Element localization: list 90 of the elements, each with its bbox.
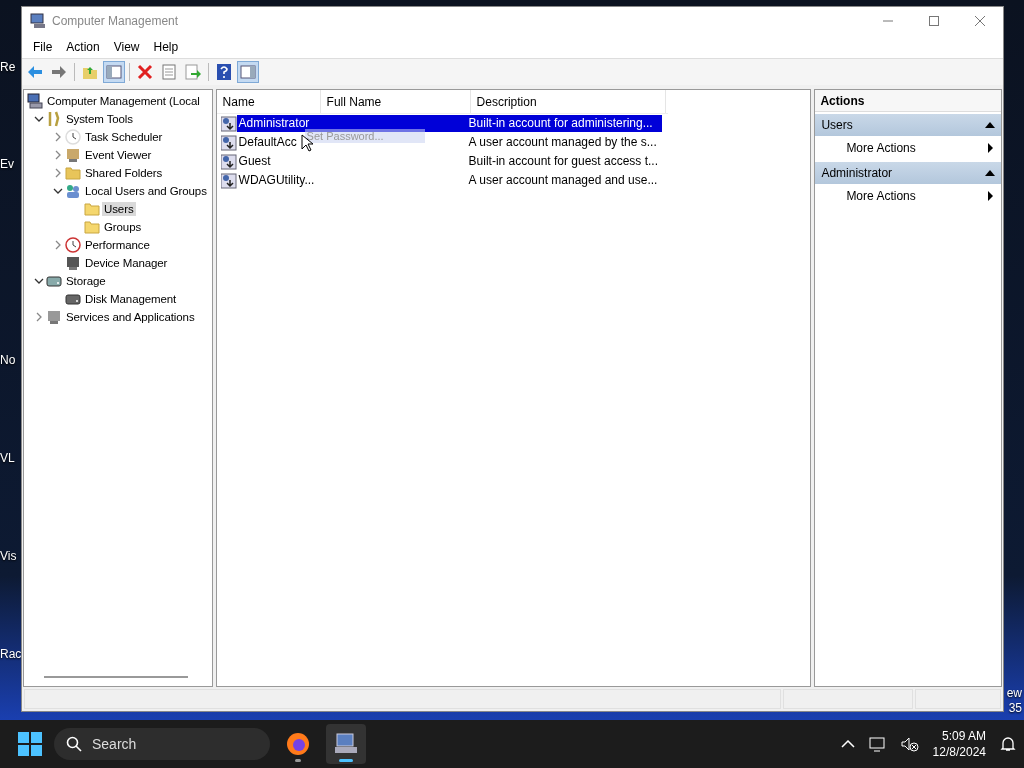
notification-bell-icon[interactable]	[1000, 736, 1016, 752]
start-button[interactable]	[18, 732, 42, 756]
clock[interactable]: 5:09 AM 12/8/2024	[932, 728, 986, 760]
tree-item[interactable]: Storage	[64, 274, 108, 288]
folder-icon	[84, 219, 100, 235]
search-field[interactable]: Search	[90, 735, 240, 753]
table-cell[interactable]: Guest	[236, 153, 317, 170]
desktop-icon-label[interactable]: VL	[0, 451, 15, 465]
action-pane-icon	[240, 65, 256, 79]
maximize-icon	[929, 16, 939, 26]
table-cell[interactable]: WDAGUtility...	[236, 172, 317, 189]
search-bar[interactable]: Search	[54, 728, 270, 760]
date-text: 12/8/2024	[932, 744, 986, 760]
shared-folder-icon	[65, 165, 81, 181]
menu-item[interactable]: View	[106, 39, 147, 54]
fox-globe-icon	[286, 732, 310, 756]
toolbar-button[interactable]	[103, 61, 125, 83]
user-account-icon	[220, 172, 237, 189]
expanded-chevron-icon[interactable]	[53, 186, 63, 196]
table-cell-text: Built-in account for guest access t...	[467, 153, 660, 170]
tree-item[interactable]: Local Users and Groups	[83, 184, 209, 198]
actions-title: Actions	[815, 90, 1001, 112]
desktop-icon-label[interactable]: Re	[0, 60, 16, 74]
muted-speaker-icon[interactable]	[900, 736, 919, 752]
submenu-arrow-icon	[988, 191, 993, 201]
folder-up-icon	[82, 64, 98, 80]
menu-item[interactable]: Help	[146, 39, 186, 54]
column-header[interactable]: Full Name	[320, 90, 471, 113]
tree-item[interactable]: Disk Management	[83, 292, 179, 306]
device-icon	[65, 255, 81, 271]
back-arrow-icon	[27, 65, 43, 79]
tree-item[interactable]: Task Scheduler	[83, 130, 165, 144]
user-account-icon	[220, 134, 237, 151]
desktop-icon-label[interactable]: Rac	[0, 647, 22, 661]
computer-management-icon	[334, 732, 358, 756]
desktop-icon-label[interactable]: No	[0, 353, 16, 367]
menu-item[interactable]: File	[26, 39, 60, 54]
window-title: Computer Management	[52, 14, 180, 28]
computer-icon	[27, 93, 43, 109]
tree-item[interactable]: Groups	[102, 220, 144, 234]
expanded-chevron-icon[interactable]	[34, 276, 44, 286]
close-icon	[975, 16, 985, 26]
computer-management-icon	[30, 13, 46, 29]
export-list-icon	[185, 64, 201, 80]
user-account-icon	[220, 153, 237, 170]
storage-icon	[46, 273, 62, 289]
search-icon	[66, 736, 82, 752]
column-header[interactable]: Description	[470, 90, 666, 113]
collapse-arrow-icon	[985, 122, 995, 128]
forward-arrow-icon	[51, 65, 67, 79]
desktop-icon-label[interactable]: Ev	[0, 157, 14, 171]
submenu-arrow-icon	[988, 143, 993, 153]
collapse-arrow-icon	[985, 170, 995, 176]
gauge-icon	[65, 237, 81, 253]
tree-item[interactable]: Shared Folders	[83, 166, 165, 180]
help-icon	[217, 64, 231, 80]
user-account-icon	[220, 115, 237, 132]
toolbar-button[interactable]	[237, 61, 259, 83]
tree-item[interactable]: Device Manager	[83, 256, 170, 270]
tree-item[interactable]: Event Viewer	[83, 148, 154, 162]
tree-item[interactable]: Users	[102, 202, 136, 216]
table-cell-text: A user account managed by the s...	[467, 134, 658, 151]
menu-item[interactable]: Action	[59, 39, 107, 54]
network-icon[interactable]	[868, 736, 887, 752]
column-header[interactable]: Name	[216, 90, 321, 113]
collapsed-chevron-icon[interactable]	[34, 312, 44, 322]
tree-item[interactable]: Performance	[83, 238, 152, 252]
properties-icon	[162, 64, 176, 80]
tree-item[interactable]: Computer Management (Local	[45, 94, 202, 108]
clock-icon	[65, 129, 81, 145]
expanded-chevron-icon[interactable]	[34, 114, 44, 124]
actions-section-header[interactable]: Administrator	[815, 162, 1001, 184]
desktop-icon-label[interactable]: ew	[1006, 686, 1022, 700]
tree-item[interactable]: System Tools	[64, 112, 135, 126]
drag-label: Set Password...	[304, 129, 425, 143]
actions-section-header[interactable]: Users	[815, 114, 1001, 136]
taskbar-app[interactable]	[326, 724, 366, 764]
tree-item[interactable]: Services and Applications	[64, 310, 197, 324]
folder-icon	[84, 201, 100, 217]
chevron-up-icon[interactable]	[840, 740, 855, 748]
delete-icon	[137, 64, 153, 80]
tree-pane-icon	[106, 65, 122, 79]
collapsed-chevron-icon[interactable]	[53, 240, 63, 250]
table-cell-text: A user account managed and use...	[467, 172, 659, 189]
action-item[interactable]: More Actions	[815, 184, 1001, 208]
time-text: 5:09 AM	[941, 728, 986, 744]
action-item[interactable]: More Actions	[815, 136, 1001, 160]
desktop-icon-label[interactable]: 35	[1008, 701, 1022, 715]
desktop-icon-label[interactable]: Vis	[0, 549, 17, 563]
users-icon	[65, 183, 81, 199]
